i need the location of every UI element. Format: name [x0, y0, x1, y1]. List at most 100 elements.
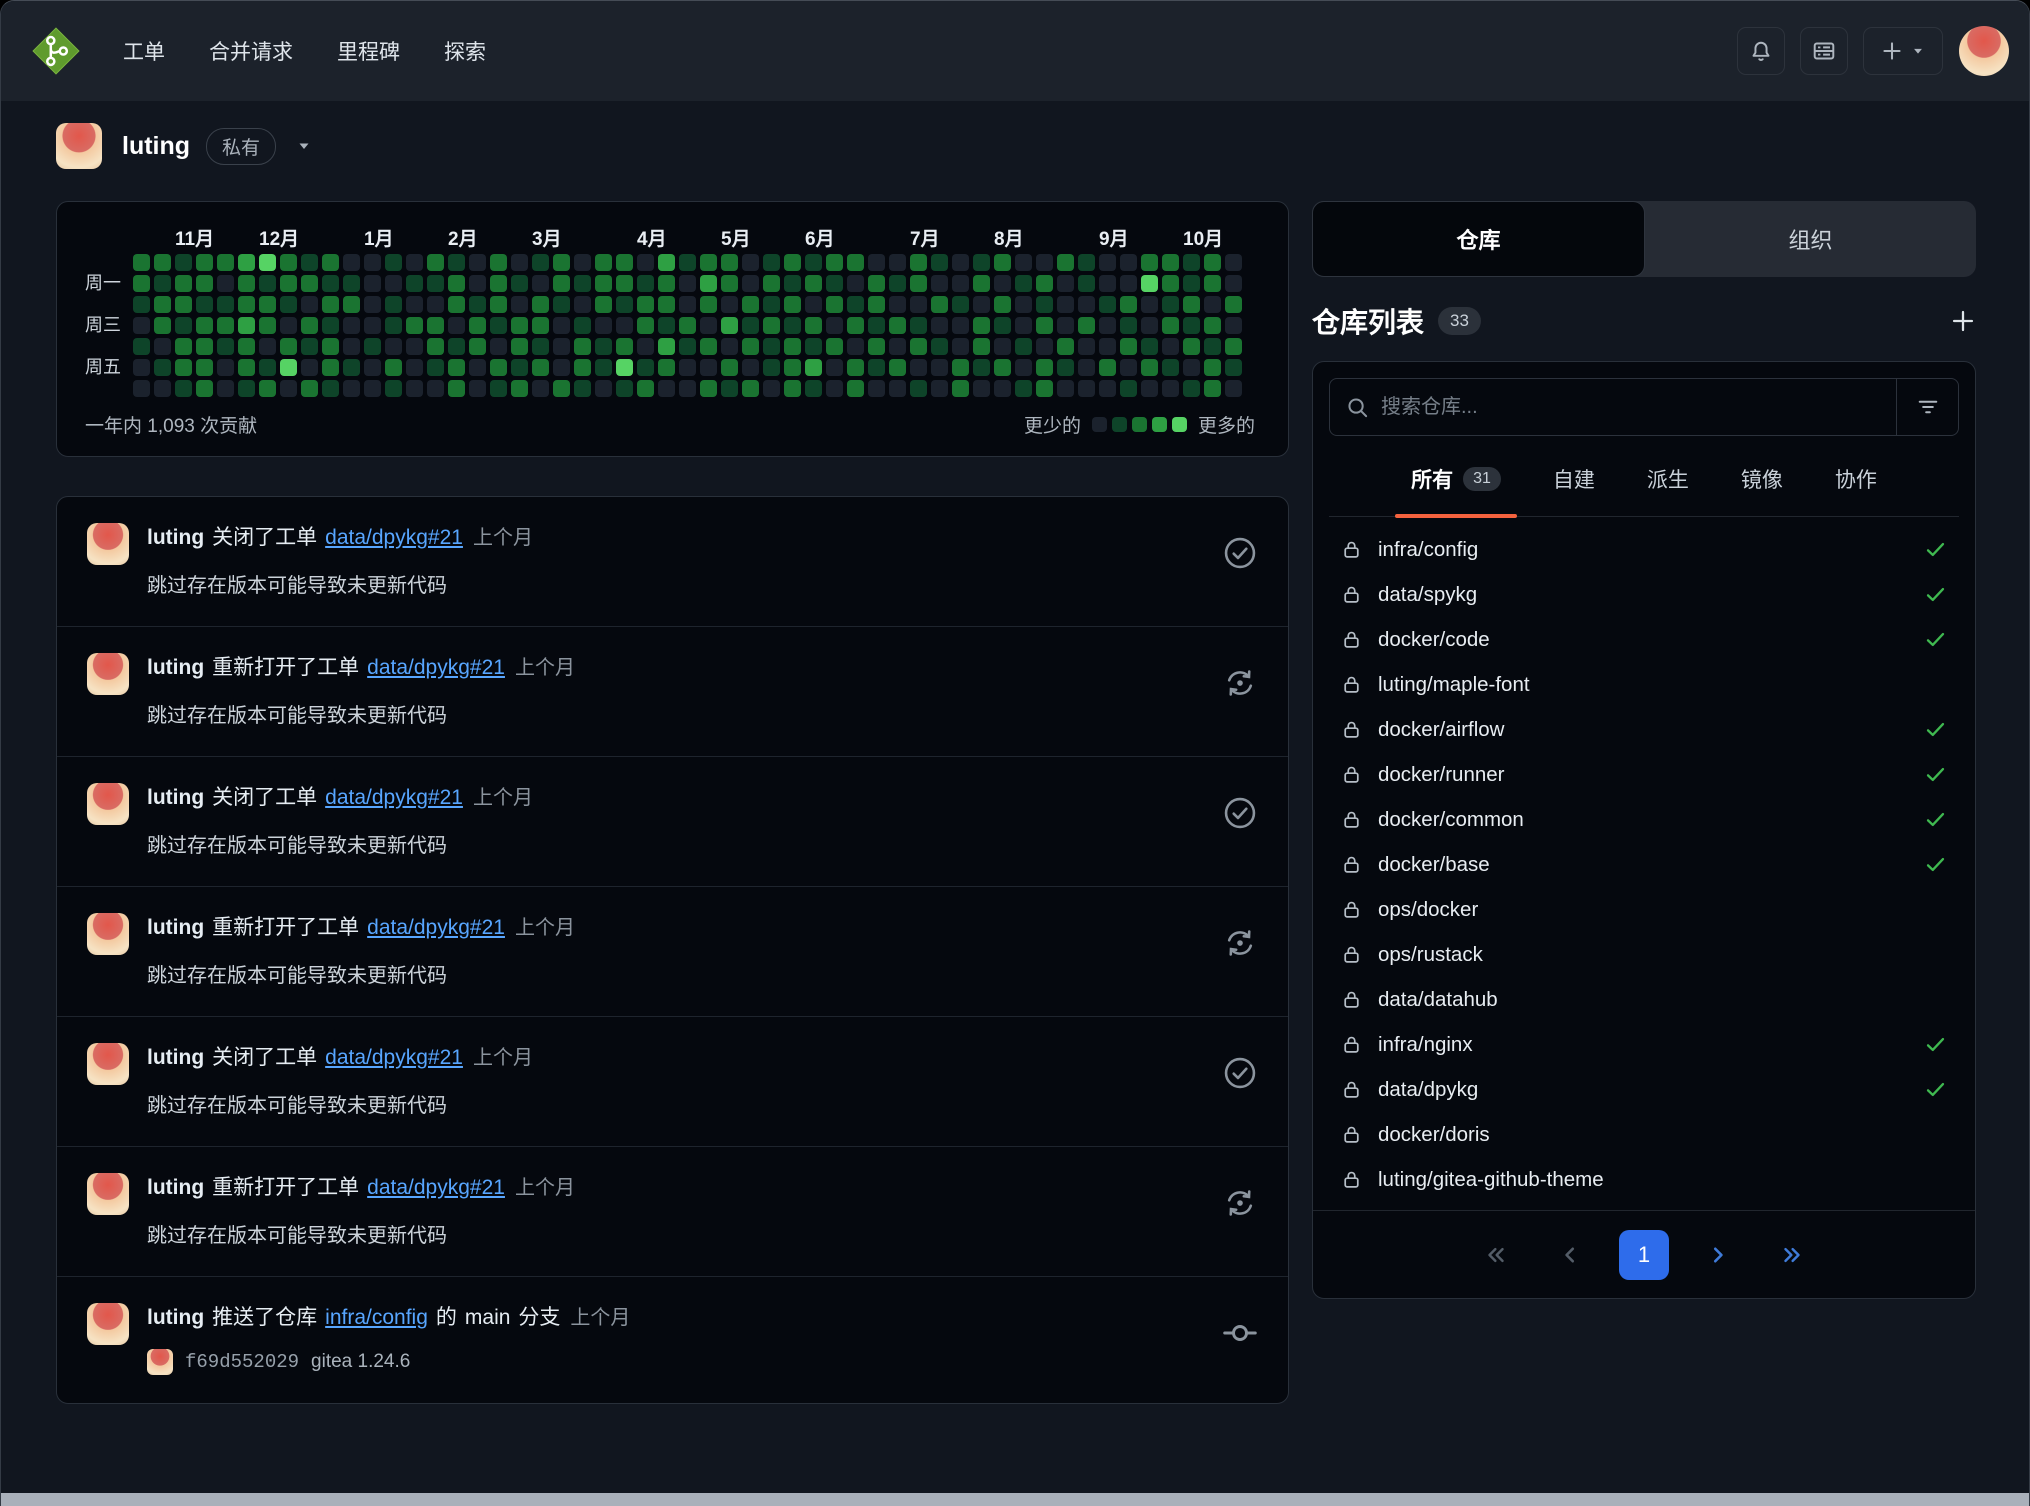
repo-item[interactable]: docker/code	[1331, 617, 1957, 662]
gitea-window: 工单合并请求里程碑探索 luting 私有	[0, 0, 2030, 1506]
feed-target-link[interactable]: data/dpykg#21	[325, 526, 463, 549]
heatmap-month-label: 10月	[1183, 224, 1223, 251]
sidebar-tab-repositories[interactable]: 仓库	[1312, 201, 1645, 277]
repo-name: infra/config	[1378, 538, 1478, 562]
commit-sha-link[interactable]: f69d552029	[185, 1351, 299, 1373]
feed-avatar[interactable]	[87, 1043, 129, 1085]
new-repo-button[interactable]	[1950, 308, 1976, 334]
feed-username-link[interactable]: luting	[147, 786, 204, 809]
current-page-button[interactable]: 1	[1619, 1230, 1669, 1280]
heatmap-cell	[889, 317, 906, 334]
user-avatar[interactable]	[1959, 26, 2009, 76]
heatmap-cell	[1183, 359, 1200, 376]
repo-filter-tab[interactable]: 派生	[1643, 444, 1693, 516]
repo-filter-tab[interactable]: 镜像	[1737, 444, 1787, 516]
nav-item-milestones[interactable]: 里程碑	[337, 41, 400, 64]
heatmap-cell	[1078, 275, 1095, 292]
feed-target-link[interactable]: data/dpykg#21	[367, 1176, 505, 1199]
check-icon	[1924, 583, 1947, 606]
create-new-button[interactable]	[1863, 27, 1943, 75]
next-page-button[interactable]	[1693, 1230, 1743, 1280]
heatmap-cell	[1120, 338, 1137, 355]
heatmap-cell	[1036, 359, 1053, 376]
heatmap-cell	[427, 380, 444, 397]
feed-avatar[interactable]	[87, 523, 129, 565]
heatmap-cell	[784, 338, 801, 355]
heatmap-cell	[259, 254, 276, 271]
heatmap-month-label: 6月	[805, 224, 835, 251]
feed-comment-text: 跳过存在版本可能导致未更新代码	[147, 699, 1208, 728]
nav-item-issues[interactable]: 工单	[123, 41, 165, 64]
repo-item[interactable]: infra/nginx	[1331, 1022, 1957, 1067]
heatmap-cell	[868, 296, 885, 313]
repo-item[interactable]: docker/base	[1331, 842, 1957, 887]
repo-item[interactable]: ops/rustack	[1331, 932, 1957, 977]
heatmap-cell	[973, 296, 990, 313]
feed-username-link[interactable]: luting	[147, 916, 204, 939]
feed-target-link[interactable]: data/dpykg#21	[325, 1046, 463, 1069]
heatmap-cell	[742, 296, 759, 313]
horizontal-scrollbar[interactable]	[1, 1493, 2029, 1506]
nav-item-explore[interactable]: 探索	[444, 41, 486, 64]
repo-item[interactable]: docker/runner	[1331, 752, 1957, 797]
repo-filter-button[interactable]	[1896, 379, 1958, 435]
repo-item[interactable]: docker/common	[1331, 797, 1957, 842]
profile-username[interactable]: luting	[122, 132, 190, 161]
profile-dropdown-icon[interactable]	[296, 138, 312, 154]
repo-filter-tab[interactable]: 协作	[1831, 444, 1881, 516]
repo-filter-tab[interactable]: 自建	[1549, 444, 1599, 516]
repo-search-input[interactable]	[1381, 396, 1880, 419]
repo-item[interactable]: data/dpykg	[1331, 1067, 1957, 1112]
feed-avatar[interactable]	[87, 653, 129, 695]
heatmap-cell	[1015, 317, 1032, 334]
feed-target-link[interactable]: data/dpykg#21	[367, 916, 505, 939]
heatmap-cell	[385, 296, 402, 313]
repo-item[interactable]: luting/gitea-github-theme	[1331, 1157, 1957, 1202]
feed-target-link[interactable]: data/dpykg#21	[325, 786, 463, 809]
feed-avatar[interactable]	[87, 913, 129, 955]
repo-item[interactable]: infra/config	[1331, 527, 1957, 572]
notifications-button[interactable]	[1737, 27, 1785, 75]
profile-avatar[interactable]	[56, 123, 102, 169]
repo-item[interactable]: docker/doris	[1331, 1112, 1957, 1157]
feed-target-link[interactable]: data/dpykg#21	[367, 656, 505, 679]
heatmap-cell	[1204, 296, 1221, 313]
heatmap-cell	[931, 338, 948, 355]
repo-item[interactable]: data/datahub	[1331, 977, 1957, 1022]
feed-action-text: 关闭了工单	[212, 786, 317, 809]
heatmap-cell	[910, 254, 927, 271]
repo-item[interactable]: luting/maple-font	[1331, 662, 1957, 707]
feed-avatar[interactable]	[87, 1303, 129, 1345]
heatmap-cell	[1183, 275, 1200, 292]
feed-target-link[interactable]: infra/config	[325, 1306, 428, 1329]
repo-item[interactable]: data/spykg	[1331, 572, 1957, 617]
feed-username-link[interactable]: luting	[147, 1176, 204, 1199]
heatmap-month-label: 5月	[721, 224, 751, 251]
heatmap-cell	[637, 317, 654, 334]
feed-avatar[interactable]	[87, 783, 129, 825]
feed-avatar[interactable]	[87, 1173, 129, 1215]
heatmap-cell	[721, 254, 738, 271]
feed-username-link[interactable]: luting	[147, 1306, 204, 1329]
feed-username-link[interactable]: luting	[147, 526, 204, 549]
repo-item[interactable]: docker/airflow	[1331, 707, 1957, 752]
feed-username-link[interactable]: luting	[147, 656, 204, 679]
plus-icon	[1881, 40, 1903, 62]
heatmap-cell	[1204, 359, 1221, 376]
heatmap-cell	[847, 317, 864, 334]
heatmap-cell	[637, 359, 654, 376]
sidebar-tab-organizations[interactable]: 组织	[1645, 201, 1976, 277]
admin-panel-button[interactable]	[1800, 27, 1848, 75]
heatmap-cell	[973, 359, 990, 376]
feed-username-link[interactable]: luting	[147, 1046, 204, 1069]
repo-item[interactable]: ops/docker	[1331, 887, 1957, 932]
repo-filter-tab[interactable]: 所有31	[1407, 444, 1505, 516]
gitea-logo[interactable]	[31, 26, 81, 76]
heatmap-cell	[805, 296, 822, 313]
heatmap-cell	[532, 275, 549, 292]
last-page-button[interactable]	[1767, 1230, 1817, 1280]
heatmap-cell	[238, 275, 255, 292]
nav-item-pulls[interactable]: 合并请求	[209, 41, 293, 64]
heatmap-cell	[364, 317, 381, 334]
heatmap-cell	[154, 338, 171, 355]
